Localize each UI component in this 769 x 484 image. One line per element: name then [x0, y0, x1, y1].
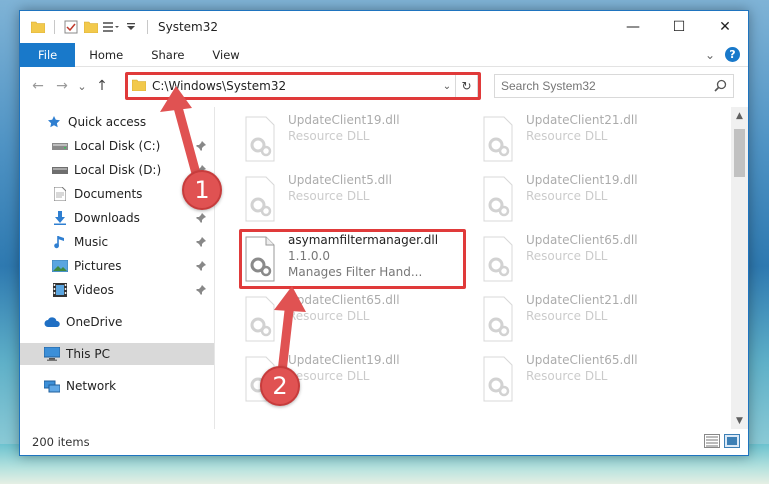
pin-icon[interactable] — [196, 140, 206, 154]
pin-icon[interactable] — [196, 284, 206, 298]
dll-file-icon — [245, 296, 275, 342]
properties-icon[interactable] — [63, 19, 79, 35]
drive-icon — [52, 138, 68, 154]
star-icon — [46, 114, 62, 130]
quick-access-toolbar — [20, 19, 152, 35]
dll-file-icon — [483, 116, 513, 162]
search-icon — [714, 79, 727, 95]
status-bar: 200 items — [20, 429, 748, 455]
dll-file-icon — [483, 176, 513, 222]
window-controls: — ☐ ✕ — [610, 11, 748, 43]
step2-badge: 2 — [260, 366, 300, 406]
minimize-button[interactable]: — — [610, 11, 656, 43]
tab-share[interactable]: Share — [137, 43, 198, 67]
forward-button[interactable]: → — [50, 74, 74, 98]
file-item[interactable]: UpdateClient21.dll Resource DLL — [478, 291, 708, 351]
dll-file-icon — [483, 356, 513, 402]
window-title: System32 — [158, 20, 219, 34]
item-count: 200 items — [32, 435, 90, 449]
sidebar-item-local-disk-c[interactable]: Local Disk (C:) — [20, 135, 214, 157]
dll-file-icon — [245, 236, 275, 282]
dll-file-icon — [483, 236, 513, 282]
file-item[interactable]: UpdateClient21.dll Resource DLL — [478, 111, 708, 171]
new-folder-icon[interactable] — [83, 19, 99, 35]
scroll-down-icon[interactable]: ▼ — [731, 412, 748, 429]
details-view-icon[interactable] — [704, 434, 720, 451]
sidebar-item-videos[interactable]: Videos — [20, 279, 214, 301]
file-item[interactable]: UpdateClient19.dll Resource DLL — [240, 111, 470, 171]
maximize-button[interactable]: ☐ — [656, 11, 702, 43]
file-item[interactable]: UpdateClient65.dll Resource DLL — [478, 351, 708, 411]
search-box[interactable] — [494, 74, 734, 98]
scroll-up-icon[interactable]: ▲ — [731, 107, 748, 124]
help-icon[interactable]: ? — [725, 47, 740, 62]
cloud-icon — [44, 314, 60, 330]
back-button[interactable]: ← — [26, 74, 50, 98]
view-switcher — [704, 434, 740, 451]
pictures-icon — [52, 258, 68, 274]
dll-file-icon — [245, 116, 275, 162]
close-button[interactable]: ✕ — [702, 11, 748, 43]
toolbar-dropdown-icon[interactable] — [123, 19, 139, 35]
tab-file[interactable]: File — [20, 42, 76, 67]
sidebar-item-music[interactable]: Music — [20, 231, 214, 253]
scroll-thumb[interactable] — [734, 129, 745, 177]
customize-toolbar-icon[interactable] — [103, 19, 119, 35]
search-input[interactable] — [501, 79, 701, 93]
download-icon — [52, 210, 68, 226]
file-item-asymamfiltermanager[interactable]: asymamfiltermanager.dll 1.1.0.0 Manages … — [240, 231, 470, 291]
navigation-bar: ← → ⌄ ↑ C:\Windows\System32 ⌄ ↻ — [20, 71, 748, 101]
drive-icon — [52, 162, 68, 178]
sidebar-item-pictures[interactable]: Pictures — [20, 255, 214, 277]
file-item[interactable]: UpdateClient19.dll Resource DLL — [478, 171, 708, 231]
vertical-scrollbar[interactable]: ▲ ▼ — [731, 107, 748, 429]
ribbon-tabs: File Home Share View ⌄ ? — [20, 42, 748, 67]
toolbar-separator — [147, 20, 148, 34]
music-icon — [52, 234, 68, 250]
file-item[interactable]: UpdateClient65.dll Resource DLL — [478, 231, 708, 291]
title-bar: System32 — ☐ ✕ — [20, 11, 748, 43]
videos-icon — [52, 282, 68, 298]
large-icons-view-icon[interactable] — [724, 434, 740, 451]
folder-icon — [30, 19, 46, 35]
pin-icon[interactable] — [196, 260, 206, 274]
address-highlight-box — [125, 72, 481, 100]
expand-ribbon-icon[interactable]: ⌄ — [705, 48, 715, 62]
recent-locations-button[interactable]: ⌄ — [74, 74, 90, 98]
tab-view[interactable]: View — [198, 43, 253, 67]
file-item[interactable]: UpdateClient5.dll Resource DLL — [240, 171, 470, 231]
network-icon — [44, 378, 60, 394]
dll-file-icon — [245, 176, 275, 222]
sidebar-item-quick-access[interactable]: Quick access — [20, 111, 214, 133]
pin-icon[interactable] — [196, 236, 206, 250]
sidebar-item-network[interactable]: Network — [20, 375, 214, 397]
pane-divider[interactable] — [214, 107, 215, 429]
sidebar-item-this-pc[interactable]: This PC — [20, 343, 214, 365]
computer-icon — [44, 346, 60, 362]
up-button[interactable]: ↑ — [90, 74, 114, 98]
toolbar-separator — [54, 20, 55, 34]
ribbon-right: ⌄ ? — [705, 47, 740, 62]
tab-home[interactable]: Home — [75, 43, 137, 67]
file-item[interactable]: UpdateClient65.dll Resource DLL — [240, 291, 470, 351]
sidebar-item-onedrive[interactable]: OneDrive — [20, 311, 214, 333]
sidebar-item-downloads[interactable]: Downloads — [20, 207, 214, 229]
navigation-pane: Quick access Local Disk (C:) Local Disk … — [20, 107, 214, 429]
file-list: UpdateClient19.dll Resource DLL UpdateCli… — [226, 107, 734, 429]
step1-badge: 1 — [182, 170, 222, 210]
pin-icon[interactable] — [196, 212, 206, 226]
dll-file-icon — [483, 296, 513, 342]
file-explorer-window: System32 — ☐ ✕ File Home Share View ⌄ ? … — [19, 10, 749, 456]
documents-icon — [52, 186, 68, 202]
